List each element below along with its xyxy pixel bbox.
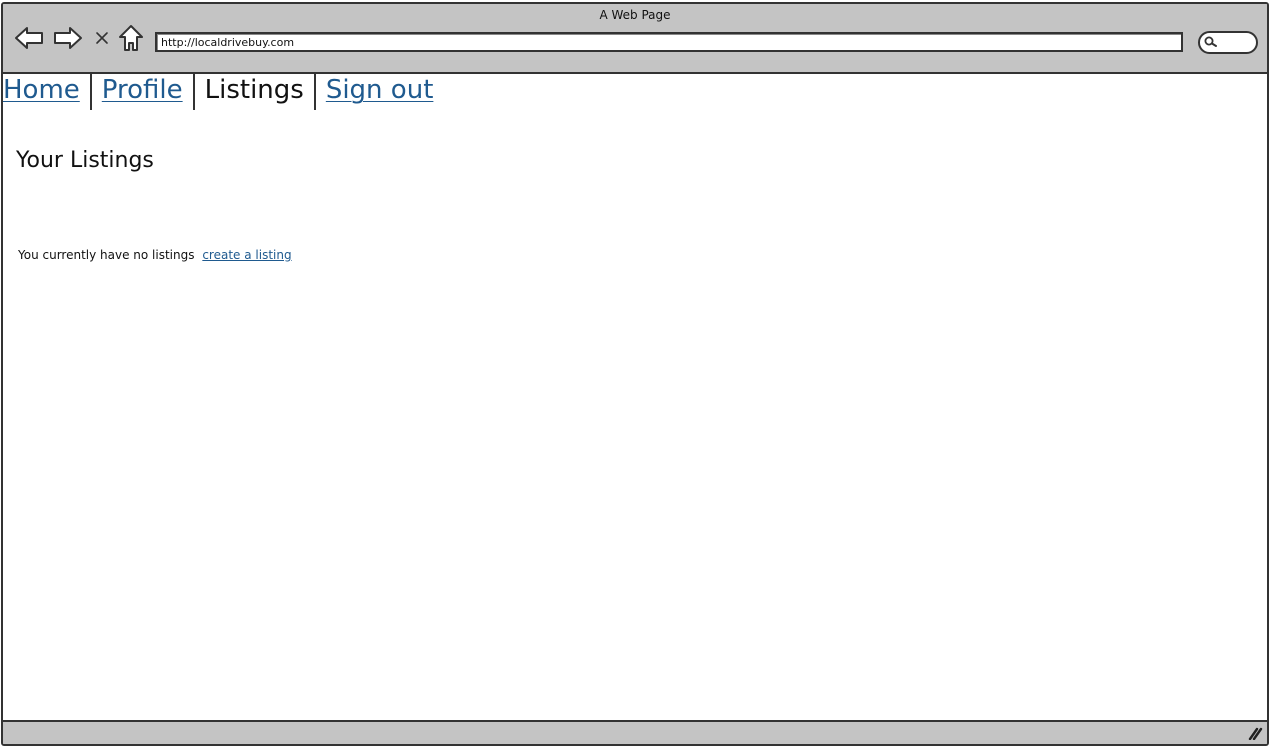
resize-grip-icon[interactable] — [1247, 726, 1263, 740]
create-listing-link[interactable]: create a listing — [202, 248, 291, 262]
arrow-right-icon — [54, 27, 82, 49]
home-icon — [119, 25, 143, 51]
site-navigation: Home Profile Listings Sign out — [3, 74, 443, 112]
tab-listings[interactable]: Listings — [195, 74, 314, 110]
home-button[interactable] — [116, 22, 146, 54]
empty-state: You currently have no listings create a … — [18, 247, 292, 263]
stop-button[interactable] — [92, 22, 112, 54]
browser-titlebar: A Web Page — [3, 4, 1267, 74]
browser-search-field[interactable] — [1198, 31, 1258, 54]
page-title: Your Listings — [16, 148, 154, 173]
close-icon — [96, 32, 108, 44]
url-input[interactable] — [161, 34, 1171, 50]
address-bar[interactable] — [155, 32, 1183, 52]
browser-window: A Web Page http://localdrivebuy.com Home… — [1, 2, 1269, 746]
arrow-left-icon — [15, 27, 43, 49]
tab-home[interactable]: Home — [3, 74, 90, 110]
empty-message: You currently have no listings — [18, 248, 195, 262]
status-bar — [3, 720, 1267, 744]
window-title: A Web Page — [599, 8, 671, 22]
search-icon — [1204, 36, 1217, 47]
tab-sign-out[interactable]: Sign out — [316, 74, 444, 110]
tab-profile[interactable]: Profile — [92, 74, 193, 110]
forward-button[interactable] — [52, 22, 84, 54]
back-button[interactable] — [13, 22, 45, 54]
